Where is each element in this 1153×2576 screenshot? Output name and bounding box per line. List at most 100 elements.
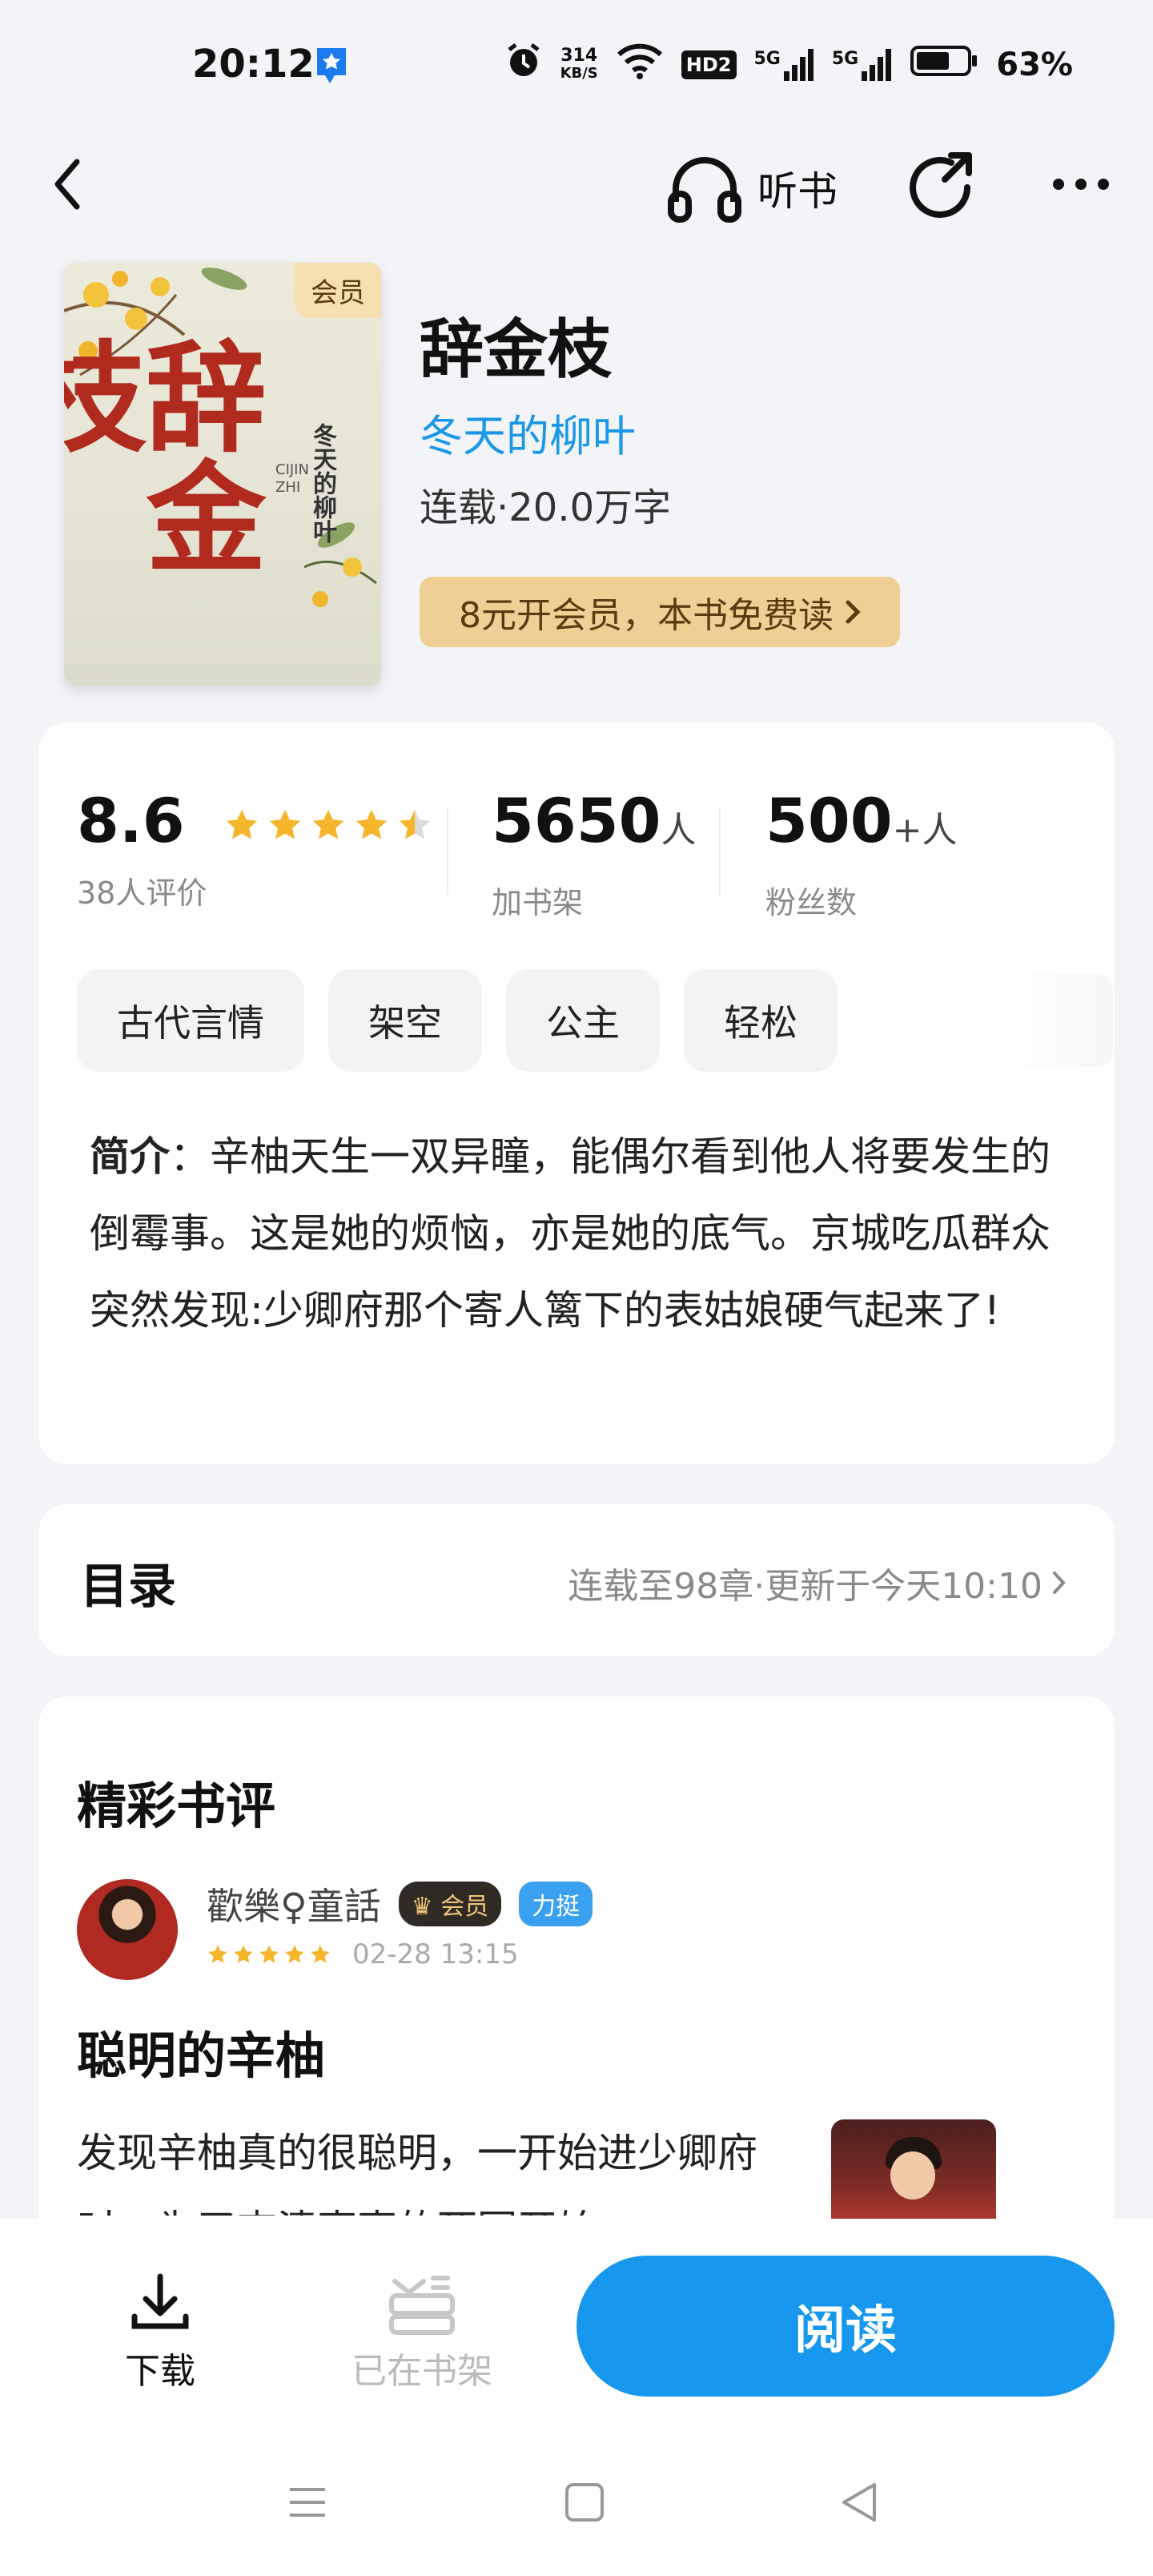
alarm-icon [504, 42, 543, 88]
shelf-stat: 5650人 加书架 [492, 785, 697, 922]
download-label: 下载 [125, 2351, 195, 2392]
intro-text: ：辛柚天生一双异瞳，能偶尔看到他人将要发生的倒霉事。这是她的烦恼，亦是她的底气。… [90, 1133, 1051, 1334]
bookshelf-label: 已在书架 [352, 2351, 492, 2392]
star-icon [285, 1945, 304, 1963]
book-meta: 连载·20.0万字 [420, 485, 672, 530]
network-speed: 314 KB/S [560, 47, 598, 83]
notification-icon [314, 45, 349, 90]
headphones-icon [668, 157, 741, 223]
more-dots-icon [1053, 179, 1109, 190]
tag-item[interactable]: 古代言情 [77, 969, 304, 1072]
book-author-link[interactable]: 冬天的柳叶 [420, 400, 636, 464]
menu-nav-button[interactable] [285, 2480, 330, 2528]
review-image[interactable] [831, 2119, 996, 2224]
rating-value: 8.6 [77, 785, 185, 856]
back-triangle-icon [842, 2483, 876, 2522]
review-body[interactable]: 发现辛柚真的很聪明，一开始进少卿府时，为了查清事事的死因开始 [77, 2115, 765, 2216]
crown-icon: ♛ [411, 1893, 441, 1921]
listen-button[interactable]: 听书 [666, 152, 838, 224]
bookshelf-button[interactable]: 已在书架 [346, 2272, 498, 2393]
shelf-count: 5650 [492, 785, 661, 856]
star-icon [269, 809, 301, 839]
download-icon [131, 2273, 189, 2329]
network-speed-unit: KB/S [560, 65, 598, 82]
share-button[interactable] [903, 151, 980, 227]
status-bar: 20:12 314 KB/S HD2 5G 5G 63% [0, 0, 1153, 136]
toc-title: 目录 [80, 1559, 176, 1615]
review-stars [207, 1943, 331, 1966]
status-icons: 314 KB/S HD2 5G 5G 63% [504, 42, 1073, 88]
vip-promo-button[interactable]: 8元开会员，本书免费读 [420, 577, 900, 647]
back-nav-button[interactable] [838, 2480, 882, 2528]
book-cover[interactable]: 辞金枝 CIJIN ZHI 冬天的柳叶 著 会员 [64, 263, 381, 686]
review-meta: 02-28 13:15 [207, 1938, 519, 1970]
fans-unit: +人 [892, 810, 958, 851]
vip-badge: ♛ 会员 [398, 1882, 502, 1926]
read-button[interactable]: 阅读 [576, 2256, 1115, 2397]
star-icon [356, 809, 388, 839]
tag-item[interactable]: 公主 [506, 969, 660, 1072]
cover-title-art: 辞金枝 [64, 335, 267, 575]
cover-author-art: 冬天的柳叶 [308, 423, 336, 543]
toc-info: 连载至98章·更新于今天10:10 [568, 1557, 1067, 1608]
star-icon [399, 809, 431, 839]
signal-icon-1: 5G [754, 49, 814, 81]
tag-item[interactable]: 架空 [328, 969, 482, 1072]
cover-vip-badge: 会员 [295, 263, 381, 318]
star-icon [208, 1945, 227, 1963]
star-icon [311, 1945, 330, 1963]
star-icon [259, 1945, 279, 1963]
bookshelf-check-icon [389, 2276, 455, 2335]
avatar[interactable] [77, 1879, 178, 1980]
support-badge: 力挺 [519, 1882, 593, 1926]
shelf-unit: 人 [661, 810, 697, 851]
listen-label: 听书 [757, 168, 838, 215]
back-button[interactable] [45, 152, 93, 216]
wifi-icon [616, 42, 664, 88]
stat-divider [447, 807, 448, 896]
cover-pinyin: CIJIN ZHI [275, 461, 309, 496]
network-speed-value: 314 [560, 46, 598, 66]
chevron-right-icon [846, 600, 861, 624]
tag-item[interactable]: 轻松 [684, 969, 838, 1072]
toc-update-text: 连载至98章·更新于今天10:10 [568, 1566, 1043, 1607]
vip-badge-label: 会员 [440, 1893, 489, 1921]
rating-stars [223, 807, 433, 843]
review-title[interactable]: 聪明的辛柚 [77, 2015, 325, 2087]
download-button[interactable]: 下载 [119, 2272, 202, 2393]
share-icon [910, 152, 972, 218]
vip-promo-label: 8元开会员，本书免费读 [459, 595, 834, 636]
battery-icon [910, 43, 978, 87]
home-nav-button[interactable] [562, 2480, 607, 2528]
menu-icon [290, 2488, 325, 2517]
fans-stat[interactable]: 500+人 粉丝数 [765, 785, 958, 922]
chevron-right-icon [1053, 1572, 1066, 1594]
star-icon [226, 809, 258, 839]
fans-label: 粉丝数 [765, 885, 858, 920]
stat-divider [719, 807, 721, 896]
review-username[interactable]: 歡樂♀童話 [207, 1878, 381, 1930]
chevron-left-icon [54, 159, 80, 210]
rating-stat[interactable]: 8.6 38人评价 [77, 785, 433, 912]
tag-list: 古代言情 架空 公主 轻松 [77, 969, 838, 1072]
shelf-label: 加书架 [492, 885, 584, 920]
book-title: 辞金枝 [420, 312, 612, 387]
star-icon [312, 809, 344, 839]
home-square-icon [565, 2483, 604, 2522]
hd-icon: HD2 [681, 50, 737, 79]
fans-count: 500 [765, 785, 893, 856]
star-icon [234, 1945, 253, 1963]
status-time: 20:12 [192, 42, 315, 87]
book-intro[interactable]: 简介：辛柚天生一双异瞳，能偶尔看到他人将要发生的倒霉事。这是她的烦恼，亦是她的底… [90, 1118, 1067, 1349]
review-time: 02-28 13:15 [352, 1938, 519, 1970]
reviews-heading: 精彩书评 [77, 1777, 276, 1835]
tag-overflow-fade [1001, 974, 1113, 1067]
signal-icon-2: 5G [832, 49, 892, 81]
battery-level: 63% [996, 46, 1073, 83]
signal-2-label: 5G [831, 49, 859, 69]
review-user-row: 歡樂♀童話 ♛ 会员 力挺 [207, 1878, 593, 1930]
signal-1-label: 5G [753, 49, 781, 69]
intro-label: 简介 [90, 1133, 170, 1180]
rating-count: 38人评价 [77, 875, 207, 911]
more-button[interactable] [1049, 168, 1113, 200]
